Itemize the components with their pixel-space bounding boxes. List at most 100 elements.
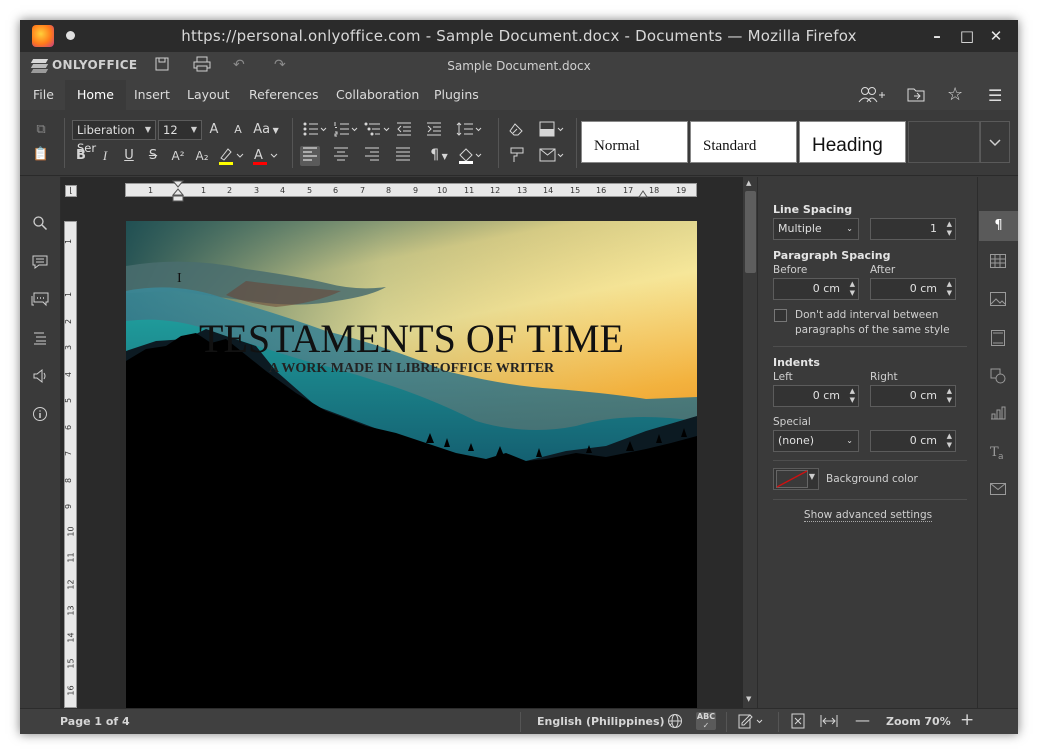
numbering-button[interactable] (333, 121, 359, 139)
increase-indent-button[interactable] (426, 121, 442, 139)
spell-check-button[interactable]: ABC ✓ (696, 712, 716, 730)
vertical-ruler[interactable]: 1 1 2 3 4 5 6 7 8 9 10 11 12 13 14 15 16 (64, 221, 77, 708)
hamburger-menu-icon[interactable]: ☰ (988, 86, 1002, 105)
spinner-icon[interactable]: ▲ ▼ (947, 220, 952, 238)
document-canvas[interactable]: ⌊ 1 1 2 3 4 5 6 7 8 9 10 11 12 13 14 15 … (61, 177, 757, 708)
align-center-button[interactable] (334, 147, 348, 165)
document-heading[interactable]: TESTAMENTS OF TIME (126, 315, 697, 362)
change-case-button[interactable]: Aa ▼ (251, 121, 281, 139)
scroll-down-icon[interactable]: ▼ (746, 695, 751, 703)
indent-marker-icon[interactable] (172, 180, 184, 202)
minimize-button[interactable]: – (927, 26, 947, 46)
tab-plugins[interactable]: Plugins (424, 80, 489, 110)
document-subheading[interactable]: A WORK MADE IN LIBREOFFICE WRITER (126, 361, 697, 377)
font-size-select[interactable]: 12 ▼ (158, 120, 202, 140)
font-color-button[interactable]: A (251, 146, 279, 165)
superscript-button[interactable]: A² (169, 147, 187, 165)
show-advanced-settings-text[interactable]: Show advanced settings (803, 509, 933, 522)
line-spacing-button[interactable] (456, 121, 484, 139)
special-indent-select[interactable]: (none) ⌄ (773, 430, 859, 452)
shading-button[interactable] (457, 146, 485, 164)
right-indent-input[interactable]: 0 cm ▲ ▼ (870, 385, 956, 407)
zoom-level[interactable]: Zoom 70% (886, 715, 951, 728)
tab-home[interactable]: Home (65, 80, 126, 110)
font-grow-button[interactable]: A (206, 121, 222, 139)
paste-icon[interactable]: 📋 (32, 146, 50, 164)
shape-settings-icon[interactable] (988, 368, 1008, 388)
align-left-button[interactable] (300, 146, 320, 166)
image-settings-icon[interactable] (988, 292, 1008, 312)
clear-style-icon[interactable] (508, 121, 526, 139)
paragraph-settings-icon[interactable]: ¶ (979, 211, 1018, 241)
italic-button[interactable]: I (98, 147, 112, 165)
nonprinting-chars-button[interactable]: ¶ ▼ (425, 146, 453, 164)
document-scrollbar[interactable]: ▲ ▼ (743, 177, 757, 708)
mail-merge-settings-icon[interactable] (988, 482, 1008, 502)
bullets-button[interactable] (302, 121, 328, 139)
favorite-star-icon[interactable]: ☆ (947, 84, 963, 105)
special-indent-input[interactable]: 0 cm ▲ ▼ (870, 430, 956, 452)
tab-insert[interactable]: Insert (124, 80, 180, 110)
decrease-indent-button[interactable] (396, 121, 412, 139)
scroll-up-icon[interactable]: ▲ (746, 179, 751, 187)
maximize-button[interactable]: □ (957, 26, 977, 46)
page-counter[interactable]: Page 1 of 4 (60, 715, 130, 728)
highlight-color-button[interactable] (217, 146, 245, 165)
multilevel-list-button[interactable] (364, 121, 392, 139)
zoom-in-button[interactable]: + (960, 710, 974, 730)
track-changes-icon[interactable] (738, 713, 766, 732)
spinner-icon[interactable]: ▲ ▼ (850, 387, 855, 405)
copy-icon[interactable]: ⧉ (32, 121, 50, 139)
feedback-icon[interactable] (30, 368, 50, 388)
text-art-settings-icon[interactable]: Ta (988, 444, 1008, 464)
spinner-icon[interactable]: ▲ ▼ (947, 432, 952, 450)
align-right-button[interactable] (365, 147, 379, 165)
horizontal-ruler[interactable]: 1 1 2 3 4 5 6 7 8 9 10 11 12 13 14 15 16… (125, 180, 697, 202)
search-icon[interactable] (30, 215, 50, 235)
info-icon[interactable] (30, 406, 50, 426)
tab-references[interactable]: References (239, 80, 328, 110)
open-location-icon[interactable] (907, 86, 925, 106)
spinner-icon[interactable]: ▲ ▼ (947, 280, 952, 298)
tab-file[interactable]: File (23, 80, 64, 110)
copy-style-icon[interactable] (508, 147, 526, 165)
spinner-icon[interactable]: ▲ ▼ (947, 387, 952, 405)
fit-width-icon[interactable] (820, 713, 838, 732)
add-user-icon[interactable] (858, 86, 886, 108)
font-name-select[interactable]: Liberation Ser ▼ (72, 120, 156, 155)
left-indent-input[interactable]: 0 cm ▲ ▼ (773, 385, 859, 407)
table-settings-icon[interactable] (988, 254, 1008, 274)
tab-collaboration[interactable]: Collaboration (326, 80, 429, 110)
justify-button[interactable] (396, 147, 410, 165)
style-empty-slot[interactable] (908, 121, 980, 163)
close-button[interactable]: ✕ (986, 26, 1006, 46)
dont-add-interval-checkbox[interactable] (774, 309, 787, 322)
comments-icon[interactable] (30, 254, 50, 274)
header-footer-settings-icon[interactable] (988, 330, 1008, 350)
color-scheme-button[interactable] (539, 121, 567, 139)
document-language-icon[interactable] (667, 713, 683, 732)
subscript-button[interactable]: A₂ (193, 147, 211, 165)
style-standard[interactable]: Standard (690, 121, 797, 163)
spacing-before-input[interactable]: 0 cm ▲ ▼ (773, 278, 859, 300)
bold-button[interactable]: B (74, 147, 88, 165)
zoom-out-button[interactable]: — (855, 711, 870, 729)
spinner-icon[interactable]: ▲ ▼ (850, 280, 855, 298)
style-normal[interactable]: Normal (581, 121, 688, 163)
strikethrough-button[interactable]: S (146, 147, 160, 165)
line-spacing-mode-select[interactable]: Multiple ⌄ (773, 218, 859, 240)
language-select[interactable]: English (Philippines) ⌄ (537, 715, 674, 728)
style-heading[interactable]: Heading (799, 121, 906, 163)
scrollbar-thumb[interactable] (745, 191, 756, 273)
spacing-after-input[interactable]: 0 cm ▲ ▼ (870, 278, 956, 300)
underline-button[interactable]: U (122, 147, 136, 165)
show-advanced-settings-link[interactable]: Show advanced settings (758, 509, 978, 522)
tab-stop-selector[interactable]: ⌊ (65, 185, 77, 197)
background-color-picker[interactable]: ▼ (773, 468, 819, 490)
tab-layout[interactable]: Layout (177, 80, 240, 110)
chat-icon[interactable] (30, 292, 50, 312)
font-shrink-button[interactable]: A (230, 121, 246, 139)
mail-merge-button[interactable] (539, 147, 567, 165)
fit-page-icon[interactable] (790, 713, 806, 732)
styles-expand-button[interactable] (980, 121, 1010, 163)
